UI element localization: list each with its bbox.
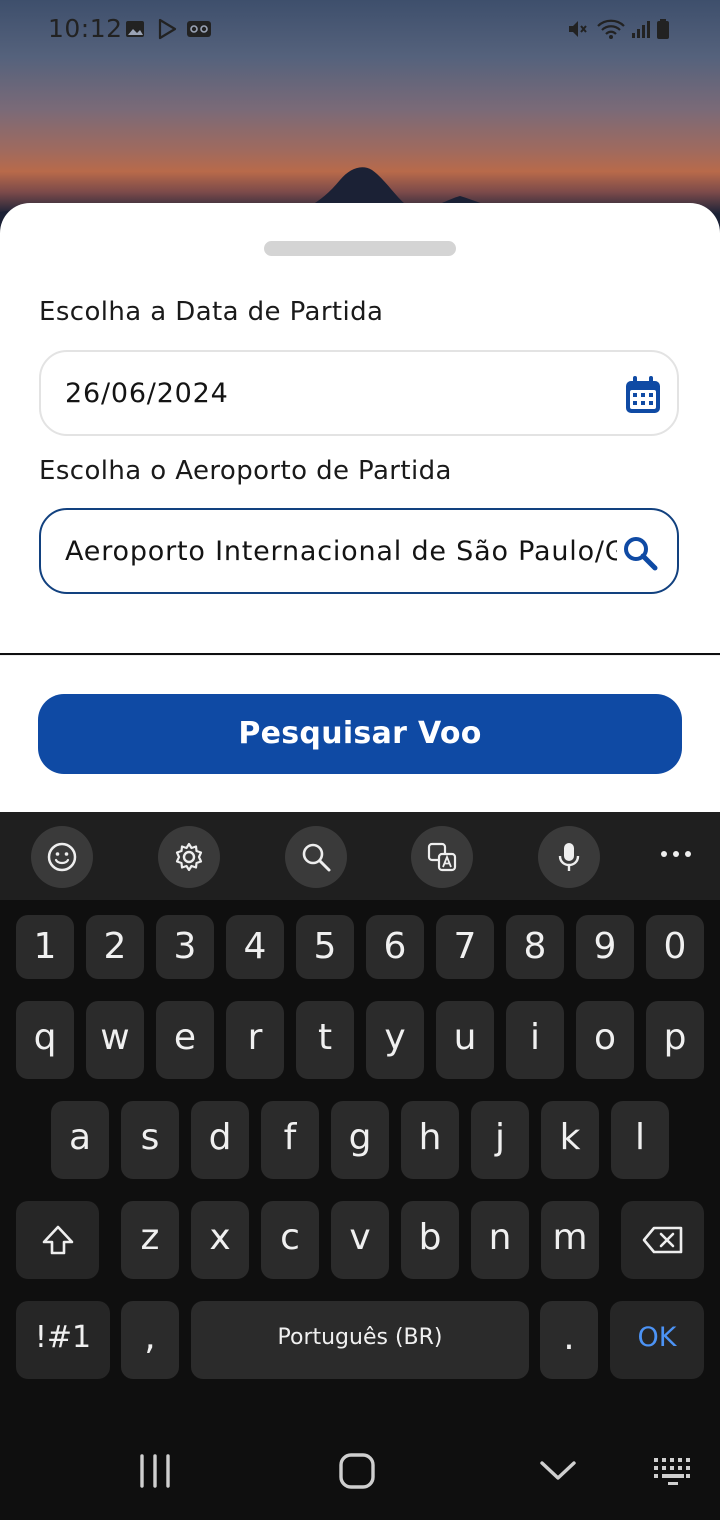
key[interactable]: 5 (296, 915, 354, 979)
key[interactable]: n (471, 1201, 529, 1279)
shift-icon (42, 1225, 73, 1255)
play-store-icon (158, 18, 177, 40)
key[interactable]: 6 (366, 915, 424, 979)
keyboard: 1 2 3 4 5 6 7 8 9 0 q w e r t y u i o p … (0, 900, 720, 1420)
key[interactable]: 4 (226, 915, 284, 979)
key[interactable]: a (51, 1101, 109, 1179)
search-flight-button[interactable]: Pesquisar Voo (38, 694, 682, 774)
more-dots (661, 851, 691, 857)
key[interactable]: q (16, 1001, 74, 1079)
key[interactable]: w (86, 1001, 144, 1079)
ok-key[interactable]: OK (610, 1301, 704, 1379)
key[interactable]: 9 (576, 915, 634, 979)
calendar-icon[interactable] (624, 375, 662, 415)
image-icon (126, 21, 144, 37)
key[interactable]: x (191, 1201, 249, 1279)
key[interactable]: b (401, 1201, 459, 1279)
key[interactable]: t (296, 1001, 354, 1079)
keyboard-toolbar (0, 812, 720, 900)
wifi-icon (597, 19, 625, 39)
symbols-key[interactable]: !#1 (16, 1301, 110, 1379)
airport-value: Aeroporto Internacional de São Paulo/Gua… (65, 536, 617, 567)
comma-key[interactable]: , (121, 1301, 179, 1379)
keyboard-search-button[interactable] (285, 826, 347, 888)
drag-handle[interactable] (264, 241, 456, 256)
home-icon[interactable] (338, 1452, 376, 1490)
translate-button[interactable] (411, 826, 473, 888)
key[interactable]: m (541, 1201, 599, 1279)
key[interactable]: c (261, 1201, 319, 1279)
airport-label: Escolha o Aeroporto de Partida (39, 456, 452, 486)
status-bar: 10:12 (0, 0, 720, 58)
signal-icon (632, 21, 650, 38)
key[interactable]: 1 (16, 915, 74, 979)
settings-icon (175, 842, 203, 872)
microphone-icon (558, 843, 580, 871)
keyboard-switch-icon[interactable] (652, 1456, 694, 1486)
key[interactable]: l (611, 1101, 669, 1179)
navigation-bar (0, 1420, 720, 1520)
emoji-icon (47, 842, 77, 872)
key[interactable]: j (471, 1101, 529, 1179)
hide-keyboard-icon[interactable] (538, 1458, 578, 1484)
emoji-button[interactable] (31, 826, 93, 888)
key[interactable]: f (261, 1101, 319, 1179)
period-key[interactable]: . (540, 1301, 598, 1379)
space-key[interactable]: Português (BR) (191, 1301, 529, 1379)
key[interactable]: s (121, 1101, 179, 1179)
key[interactable]: z (121, 1201, 179, 1279)
key[interactable]: i (506, 1001, 564, 1079)
status-time: 10:12 (48, 14, 123, 43)
voice-input-button[interactable] (538, 826, 600, 888)
key[interactable]: d (191, 1101, 249, 1179)
translate-icon (427, 842, 457, 872)
battery-icon (657, 19, 669, 39)
key[interactable]: r (226, 1001, 284, 1079)
key[interactable]: 2 (86, 915, 144, 979)
recent-apps-icon[interactable] (136, 1454, 174, 1488)
search-icon[interactable] (621, 534, 659, 572)
mute-icon (569, 21, 587, 37)
backspace-icon (642, 1226, 682, 1254)
key[interactable]: p (646, 1001, 704, 1079)
key[interactable]: h (401, 1101, 459, 1179)
key[interactable]: 3 (156, 915, 214, 979)
search-icon (302, 843, 331, 872)
date-field[interactable]: 26/06/2024 (39, 350, 679, 436)
key[interactable]: 8 (506, 915, 564, 979)
settings-button[interactable] (158, 826, 220, 888)
action-area: Pesquisar Voo (0, 655, 720, 813)
key[interactable]: y (366, 1001, 424, 1079)
key[interactable]: 7 (436, 915, 494, 979)
key[interactable]: g (331, 1101, 389, 1179)
key[interactable]: v (331, 1201, 389, 1279)
more-icon[interactable] (658, 840, 694, 870)
shift-key[interactable] (16, 1201, 99, 1279)
key[interactable]: e (156, 1001, 214, 1079)
backspace-key[interactable] (621, 1201, 704, 1279)
key[interactable]: o (576, 1001, 634, 1079)
date-value: 26/06/2024 (65, 378, 229, 409)
date-label: Escolha a Data de Partida (39, 297, 384, 327)
key[interactable]: 0 (646, 915, 704, 979)
voicemail-icon (187, 21, 211, 37)
key[interactable]: k (541, 1101, 599, 1179)
bottom-sheet: Escolha a Data de Partida 26/06/2024 Esc… (0, 203, 720, 653)
airport-search-input[interactable]: Aeroporto Internacional de São Paulo/Gua… (39, 508, 679, 594)
key[interactable]: u (436, 1001, 494, 1079)
